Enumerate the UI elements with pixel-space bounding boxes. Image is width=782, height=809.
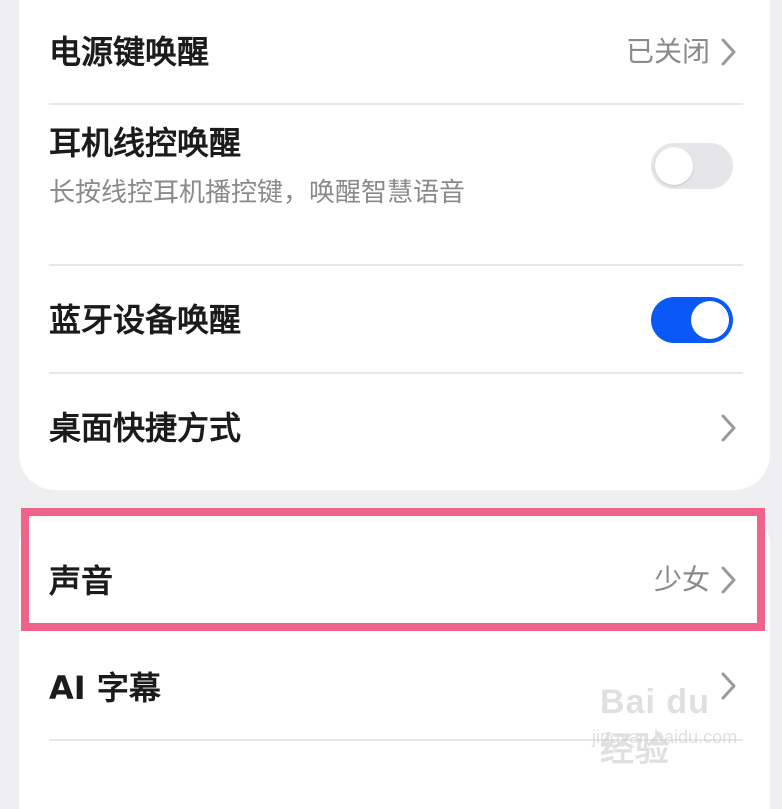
highlight-box [21, 508, 765, 631]
settings-card-wake: 电源键唤醒 已关闭 耳机线控唤醒 长按线控耳机播控键，唤醒智慧语音 蓝牙设备唤醒… [19, 0, 770, 490]
headset-wire-wake-row: 耳机线控唤醒 长按线控耳机播控键，唤醒智慧语音 [19, 105, 770, 265]
headset-wire-wake-description: 长按线控耳机播控键，唤醒智慧语音 [49, 178, 466, 208]
power-key-wake-value: 已关闭 [625, 35, 710, 68]
baidu-jingyan-watermark: Bai du 经验 jingyan.baidu.com [592, 683, 752, 769]
chevron-right-icon [721, 414, 736, 442]
headset-wire-wake-label: 耳机线控唤醒 [49, 124, 242, 162]
toggle-knob [691, 301, 729, 339]
watermark-url: jingyan.baidu.com [592, 727, 738, 747]
ai-subtitles-label: AI 字幕 [49, 669, 161, 707]
desktop-shortcut-label: 桌面快捷方式 [49, 409, 242, 447]
power-key-wake-label: 电源键唤醒 [49, 33, 210, 71]
headset-wire-wake-toggle[interactable] [651, 143, 733, 189]
bluetooth-device-wake-row: 蓝牙设备唤醒 [19, 266, 770, 372]
chevron-right-icon [721, 38, 736, 66]
bluetooth-device-wake-toggle[interactable] [651, 297, 733, 343]
bluetooth-device-wake-label: 蓝牙设备唤醒 [49, 301, 242, 339]
power-key-wake-row[interactable]: 电源键唤醒 已关闭 [19, 0, 770, 104]
toggle-knob [655, 147, 693, 185]
desktop-shortcut-row[interactable]: 桌面快捷方式 [19, 374, 770, 484]
